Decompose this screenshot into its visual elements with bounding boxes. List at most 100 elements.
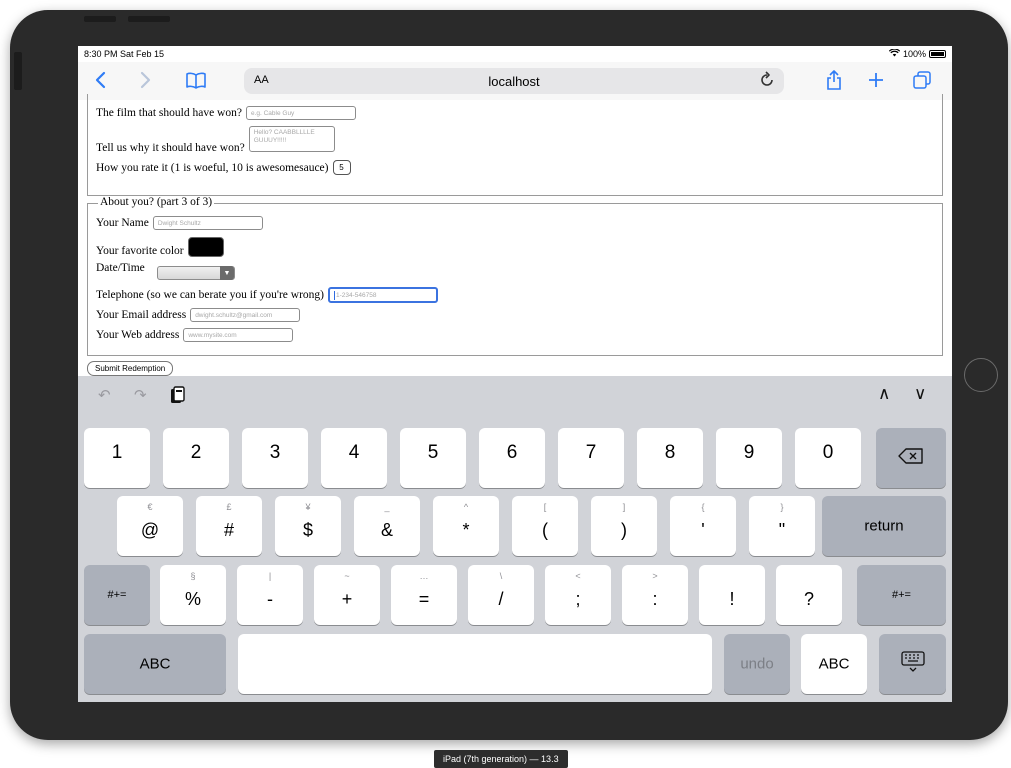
key-8[interactable]: 8 bbox=[637, 428, 703, 488]
delete-key[interactable] bbox=[876, 428, 946, 488]
key-sym-row3-5[interactable]: <; bbox=[545, 565, 611, 625]
device-caption: iPad (7th generation) — 13.3 bbox=[434, 750, 568, 768]
key-label: % bbox=[184, 589, 201, 609]
key-sym-row3-6[interactable]: >: bbox=[622, 565, 688, 625]
next-field-icon[interactable]: ∨ bbox=[914, 384, 926, 404]
key-4[interactable]: 4 bbox=[321, 428, 387, 488]
email-input[interactable]: dwight.schultz@gmail.com bbox=[190, 308, 301, 322]
key-sym-row2-3[interactable]: _ & bbox=[354, 496, 420, 556]
key-label: 3 bbox=[269, 442, 281, 463]
key-label: 8 bbox=[664, 442, 676, 463]
bookmarks-icon[interactable] bbox=[182, 66, 210, 94]
wifi-icon bbox=[888, 48, 901, 59]
key-alt-label: \ bbox=[499, 571, 503, 581]
hide-keyboard-key[interactable] bbox=[879, 634, 946, 694]
key-1[interactable]: 1 bbox=[84, 428, 150, 488]
key-sym-row3-7[interactable]: ! bbox=[699, 565, 765, 625]
key-2[interactable]: 2 bbox=[163, 428, 229, 488]
film-input[interactable]: e.g. Cable Guy bbox=[245, 106, 356, 120]
key-5[interactable]: 5 bbox=[400, 428, 466, 488]
undo-key[interactable]: undo bbox=[724, 634, 790, 694]
rate-row: How you rate it (1 is woeful, 10 is awes… bbox=[96, 160, 351, 175]
space-key[interactable] bbox=[238, 634, 712, 694]
key-label: 6 bbox=[506, 442, 518, 463]
key-label: 9 bbox=[743, 442, 755, 463]
web-input[interactable]: www.mysite.com bbox=[183, 328, 294, 342]
key-sym-row3-1[interactable]: | - bbox=[237, 565, 303, 625]
key-7[interactable]: 7 bbox=[558, 428, 624, 488]
abc-key-right[interactable]: ABC bbox=[801, 634, 867, 694]
key-label: ? bbox=[803, 589, 814, 609]
share-icon[interactable] bbox=[820, 66, 848, 94]
key-sym-row3-3[interactable]: … = bbox=[391, 565, 457, 625]
key-sym-row2-6[interactable]: ]) bbox=[591, 496, 657, 556]
key-alt-label: ] bbox=[622, 502, 626, 512]
key-label: ; bbox=[575, 589, 581, 609]
key-alt-label: } bbox=[780, 502, 784, 512]
key-sym-row2-0[interactable]: € @ bbox=[117, 496, 183, 556]
why-textarea[interactable]: Hello? CAABBLLLLE GUUUY!!!!! bbox=[248, 126, 335, 152]
return-label: return bbox=[864, 517, 904, 535]
part-3-legend: About you? (part 3 of 3) bbox=[98, 196, 215, 208]
shift-symbols-key-left[interactable]: #+= bbox=[84, 565, 150, 625]
key-sym-row2-8[interactable]: } " bbox=[749, 496, 815, 556]
reload-icon[interactable] bbox=[760, 71, 774, 92]
status-time: 8:30 PM Sat Feb 15 bbox=[84, 49, 165, 59]
key-alt-label: ~ bbox=[344, 571, 350, 581]
key-alt-label: € bbox=[147, 502, 153, 512]
key-sym-row2-4[interactable]: ^ * bbox=[433, 496, 499, 556]
email-label: Your Email address bbox=[96, 309, 187, 321]
key-alt-label: ¥ bbox=[305, 502, 311, 512]
key-0[interactable]: 0 bbox=[795, 428, 861, 488]
key-3[interactable]: 3 bbox=[242, 428, 308, 488]
key-alt-label: ^ bbox=[463, 502, 469, 512]
name-input[interactable]: Dwight Schultz bbox=[152, 216, 263, 230]
previous-field-icon[interactable]: ∧ bbox=[878, 384, 890, 404]
key-label: " bbox=[778, 520, 786, 540]
datetime-row: Date/Time bbox=[96, 262, 145, 274]
return-key[interactable]: return bbox=[822, 496, 946, 556]
key-sym-row3-8[interactable]: ? bbox=[776, 565, 842, 625]
key-label: = bbox=[418, 589, 430, 609]
film-label: The film that should have won? bbox=[96, 107, 242, 119]
paste-icon[interactable] bbox=[170, 386, 185, 408]
abc-key-left[interactable]: ABC bbox=[84, 634, 226, 694]
key-sym-row2-7[interactable]: {' bbox=[670, 496, 736, 556]
keyboard-dismiss-icon bbox=[879, 651, 946, 677]
forward-icon[interactable] bbox=[132, 66, 160, 94]
fieldset-part-2: The film that should have won? e.g. Cabl… bbox=[87, 94, 943, 196]
battery-icon bbox=[929, 50, 946, 58]
datetime-select[interactable]: ▼ bbox=[157, 266, 235, 280]
key-sym-row3-2[interactable]: ~ + bbox=[314, 565, 380, 625]
key-sym-row2-5[interactable]: [( bbox=[512, 496, 578, 556]
key-label: * bbox=[462, 520, 470, 540]
home-button[interactable] bbox=[964, 358, 998, 392]
key-sym-row3-0[interactable]: §% bbox=[160, 565, 226, 625]
ipad-screen: 8:30 PM Sat Feb 15 100% AA localhost The… bbox=[78, 46, 952, 702]
tabs-icon[interactable] bbox=[908, 66, 936, 94]
key-alt-label: | bbox=[268, 571, 272, 581]
back-icon[interactable] bbox=[86, 66, 114, 94]
shift-symbols-key-right[interactable]: #+= bbox=[857, 565, 946, 625]
web-page: The film that should have won? e.g. Cabl… bbox=[78, 94, 952, 376]
new-tab-icon[interactable] bbox=[862, 66, 890, 94]
phone-input[interactable]: 1-234-546758 bbox=[327, 287, 438, 303]
web-label: Your Web address bbox=[96, 329, 180, 341]
email-row: Your Email address dwight.schultz@gmail.… bbox=[96, 308, 301, 322]
key-sym-row2-1[interactable]: £ # bbox=[196, 496, 262, 556]
undo-label: undo bbox=[740, 655, 774, 673]
key-sym-row2-2[interactable]: ¥ $ bbox=[275, 496, 341, 556]
undo-icon[interactable]: ↶ bbox=[98, 386, 111, 404]
address-bar[interactable]: AA localhost bbox=[244, 68, 784, 94]
color-picker[interactable] bbox=[187, 237, 224, 257]
redo-icon[interactable]: ↷ bbox=[134, 386, 147, 404]
rate-input[interactable]: 5 bbox=[332, 160, 351, 175]
submit-button[interactable]: Submit Redemption bbox=[87, 361, 174, 376]
key-sym-row3-4[interactable]: \ / bbox=[468, 565, 534, 625]
key-label: & bbox=[380, 520, 393, 540]
key-6[interactable]: 6 bbox=[479, 428, 545, 488]
side-button bbox=[14, 52, 22, 90]
key-9[interactable]: 9 bbox=[716, 428, 782, 488]
key-alt-label: { bbox=[701, 502, 705, 512]
name-label: Your Name bbox=[96, 217, 149, 229]
